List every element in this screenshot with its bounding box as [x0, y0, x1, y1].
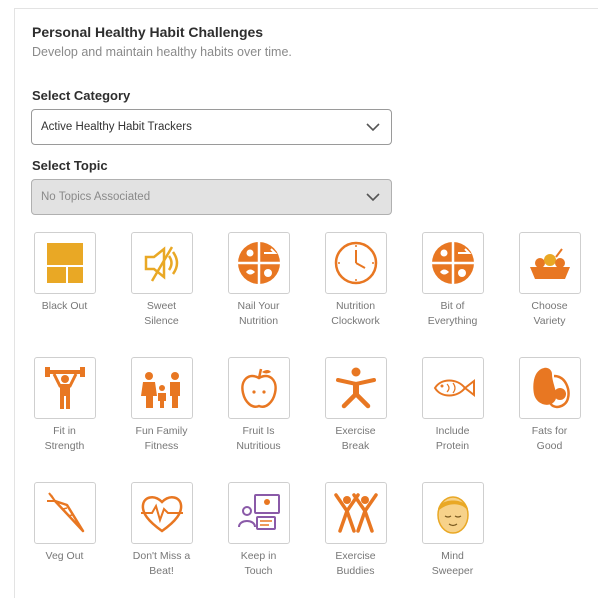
challenge-icon-box	[130, 357, 193, 419]
challenge-label: Mind Sweeper	[431, 550, 474, 577]
challenge-exercise-buddies[interactable]: Exercise Buddies	[307, 482, 404, 579]
blackout-window-icon	[46, 243, 83, 283]
challenge-label: Fats for Good	[531, 425, 568, 452]
challenge-icon-box	[421, 357, 484, 419]
challenge-label: Fruit Is Nutritious	[236, 425, 281, 452]
video-chat-icon	[237, 494, 280, 530]
topic-label: Select Topic	[32, 158, 108, 173]
challenge-dont-miss-a-beat[interactable]: Don't Miss a Beat!	[113, 482, 210, 579]
exercise-buddies-icon	[333, 493, 378, 533]
challenge-label: Sweet Silence	[144, 300, 179, 327]
page-title: Personal Healthy Habit Challenges	[32, 24, 264, 40]
carrot-icon	[46, 492, 84, 533]
muted-speaker-icon	[144, 246, 178, 282]
challenge-fats-for-good[interactable]: Fats for Good	[501, 357, 598, 454]
challenge-veg-out[interactable]: Veg Out	[16, 482, 113, 564]
challenge-fit-in-strength[interactable]: Fit in Strength	[16, 357, 113, 454]
challenge-icon-box	[33, 232, 96, 294]
challenge-label: Don't Miss a Beat!	[132, 550, 191, 577]
challenge-icon-box	[518, 232, 581, 294]
challenge-choose-variety[interactable]: Choose Variety	[501, 232, 598, 329]
heartbeat-icon	[140, 496, 183, 533]
chevron-down-icon	[366, 123, 380, 132]
challenge-label: Exercise Break	[335, 425, 376, 452]
challenge-sweet-silence[interactable]: Sweet Silence	[113, 232, 210, 329]
challenge-nutrition-clockwork[interactable]: Nutrition Clockwork	[307, 232, 404, 329]
challenge-label: Nail Your Nutrition	[237, 300, 280, 327]
challenge-nail-your-nutrition[interactable]: Nail Your Nutrition	[210, 232, 307, 329]
challenge-mind-sweeper[interactable]: Mind Sweeper	[404, 482, 501, 579]
challenge-fruit-is-nutritious[interactable]: Fruit Is Nutritious	[210, 357, 307, 454]
fish-icon	[433, 378, 475, 398]
challenge-black-out[interactable]: Black Out	[16, 232, 113, 314]
challenge-fun-family-fitness[interactable]: Fun Family Fitness	[113, 357, 210, 454]
avocado-icon	[532, 367, 570, 409]
topic-select[interactable]: No Topics Associated	[31, 179, 392, 215]
challenge-icon-box	[227, 357, 290, 419]
category-select[interactable]: Active Healthy Habit Trackers	[31, 109, 392, 145]
challenge-include-protein[interactable]: Include Protein	[404, 357, 501, 454]
challenge-icon-box	[227, 232, 290, 294]
challenge-icon-box	[130, 232, 193, 294]
vegetable-basket-icon	[529, 248, 570, 279]
challenge-label: Include Protein	[435, 425, 470, 452]
calm-face-icon	[436, 496, 469, 534]
challenge-icon-box	[324, 357, 387, 419]
challenge-label: Bit of Everything	[427, 300, 478, 327]
challenge-label: Fun Family Fitness	[135, 425, 188, 452]
challenge-icon-box	[518, 357, 581, 419]
challenge-icon-box	[421, 482, 484, 544]
challenge-icon-box	[421, 232, 484, 294]
challenge-icon-box	[33, 482, 96, 544]
apple-icon	[240, 368, 277, 408]
page-subtitle: Develop and maintain healthy habits over…	[32, 45, 292, 59]
challenge-icon-box	[227, 482, 290, 544]
category-select-value: Active Healthy Habit Trackers	[41, 121, 192, 133]
weightlifter-icon	[44, 367, 85, 409]
challenge-label: Veg Out	[45, 550, 84, 562]
challenge-label: Exercise Buddies	[335, 550, 376, 577]
family-icon	[140, 372, 180, 408]
challenge-label: Nutrition Clockwork	[331, 300, 380, 327]
category-label: Select Category	[32, 88, 131, 103]
topic-select-value: No Topics Associated	[41, 191, 151, 203]
challenge-label: Keep in Touch	[240, 550, 277, 577]
exercising-person-icon	[335, 367, 376, 409]
clock-icon	[334, 241, 377, 285]
challenge-icon-box	[324, 482, 387, 544]
challenge-keep-in-touch[interactable]: Keep in Touch	[210, 482, 307, 579]
challenge-bit-of-everything[interactable]: Bit of Everything	[404, 232, 501, 329]
nutrition-plate-icon	[237, 242, 280, 284]
challenge-icon-box	[130, 482, 193, 544]
challenge-label: Fit in Strength	[44, 425, 85, 452]
challenge-icon-box	[33, 357, 96, 419]
food-plate-icon	[431, 242, 474, 284]
challenge-label: Black Out	[41, 300, 88, 312]
challenge-exercise-break[interactable]: Exercise Break	[307, 357, 404, 454]
challenge-label: Choose Variety	[531, 300, 568, 327]
challenge-icon-box	[324, 232, 387, 294]
chevron-down-icon	[366, 193, 380, 202]
